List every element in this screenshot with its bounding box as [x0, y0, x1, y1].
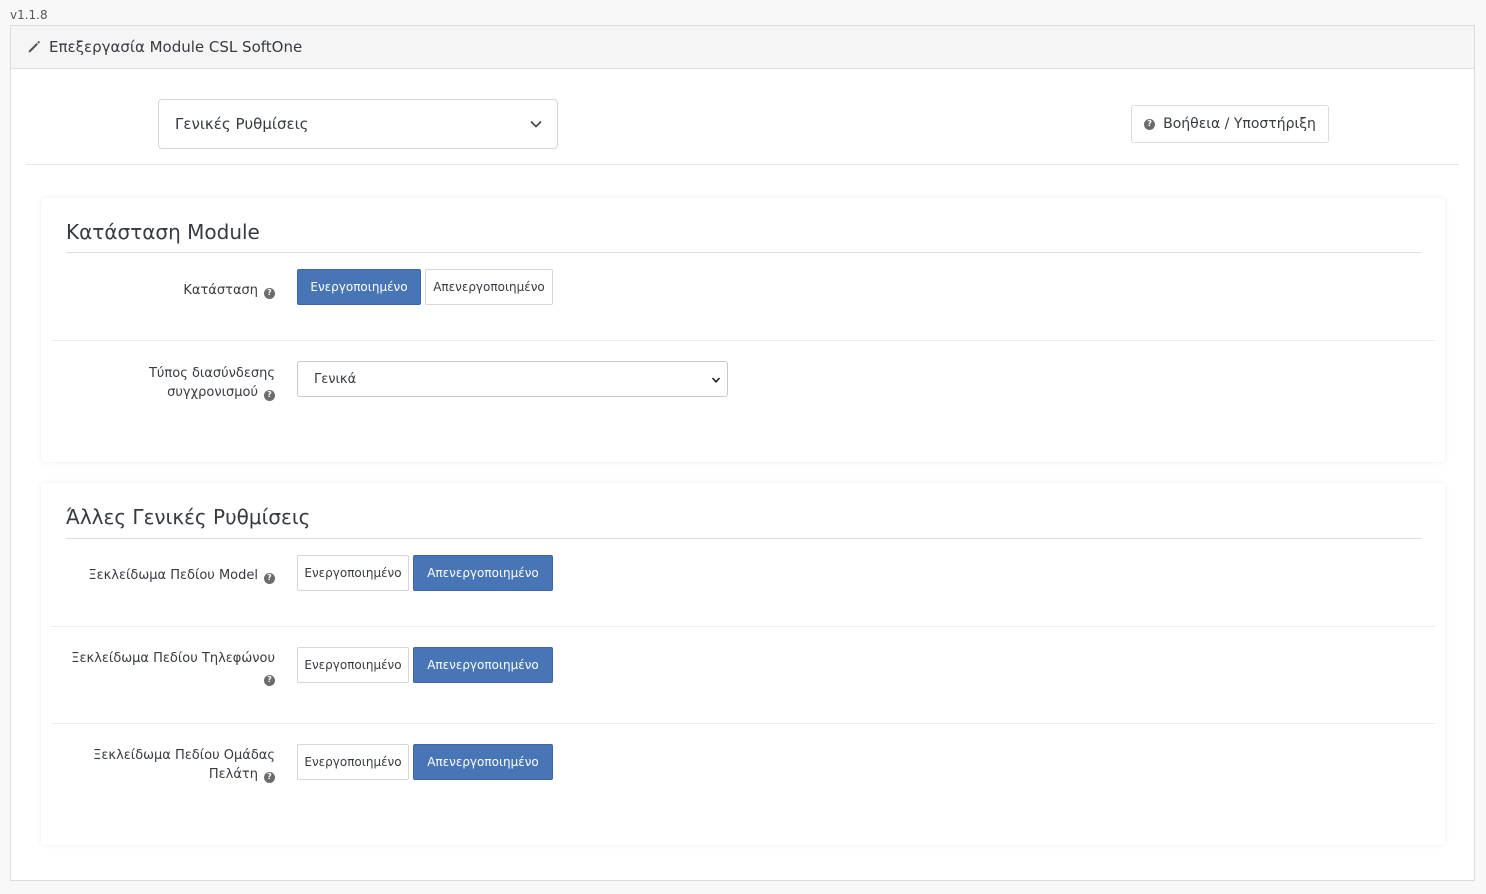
- phone-unlock-label-text: Ξεκλείδωμα Πεδίου Τηλεφώνου: [71, 651, 275, 666]
- chevron-down-icon: [529, 117, 543, 131]
- phone-unlock-label: Ξεκλείδωμα Πεδίου Τηλεφώνου ?: [71, 649, 275, 687]
- customer-group-label-line2: Πελάτη: [208, 767, 258, 782]
- section-select-value: Γενικές Ρυθμίσεις: [175, 115, 309, 133]
- sync-type-select[interactable]: Γενικά: [297, 361, 728, 397]
- question-circle-icon: ?: [1144, 118, 1156, 130]
- question-circle-icon: ?: [264, 771, 275, 783]
- status-disabled-button[interactable]: Απενεργοποιημένο: [425, 269, 553, 305]
- phone-unlock-toggle: Ενεργοποιημένο Απενεργοποιημένο: [297, 647, 553, 683]
- sync-type-label: Τύπος διασύνδεσης συγχρονισμού?: [149, 364, 275, 402]
- other-settings-card: Άλλες Γενικές Ρυθμίσεις Ξεκλείδωμα Πεδίο…: [41, 483, 1445, 845]
- sync-type-label-line2: συγχρονισμού: [167, 385, 258, 400]
- row-divider: [51, 626, 1435, 627]
- model-disabled-button[interactable]: Απενεργοποιημένο: [413, 555, 553, 591]
- pencil-icon: [27, 40, 41, 54]
- customer-group-enabled-button[interactable]: Ενεργοποιημένο: [297, 744, 409, 780]
- card-title: Άλλες Γενικές Ρυθμίσεις: [66, 505, 311, 529]
- status-label-text: Κατάσταση: [183, 283, 258, 298]
- question-circle-icon: ?: [264, 287, 275, 299]
- card-title: Κατάσταση Module: [66, 220, 260, 244]
- customer-group-disabled-button[interactable]: Απενεργοποιημένο: [413, 744, 553, 780]
- question-circle-icon: ?: [264, 674, 275, 686]
- help-support-label: Βοήθεια / Υποστήριξη: [1163, 116, 1316, 132]
- version-label: v1.1.8: [10, 8, 48, 22]
- panel-title: Επεξεργασία Module CSL SoftOne: [49, 38, 303, 56]
- row-divider: [51, 340, 1435, 341]
- chevron-down-icon: [711, 374, 721, 384]
- phone-enabled-button[interactable]: Ενεργοποιημένο: [297, 647, 409, 683]
- customer-group-label-line1: Ξεκλείδωμα Πεδίου Ομάδας: [93, 748, 275, 763]
- help-support-button[interactable]: ? Βοήθεια / Υποστήριξη: [1131, 105, 1329, 143]
- question-circle-icon: ?: [264, 572, 275, 584]
- model-enabled-button[interactable]: Ενεργοποιημένο: [297, 555, 409, 591]
- question-circle-icon: ?: [264, 389, 275, 401]
- row-divider: [51, 723, 1435, 724]
- top-toolbar: Γενικές Ρυθμίσεις ? Βοήθεια / Υποστήριξη: [26, 69, 1459, 165]
- status-toggle: Ενεργοποιημένο Απενεργοποιημένο: [297, 269, 553, 305]
- section-select[interactable]: Γενικές Ρυθμίσεις: [158, 99, 558, 149]
- customer-group-unlock-label: Ξεκλείδωμα Πεδίου Ομάδας Πελάτη?: [93, 746, 275, 784]
- card-title-divider: [66, 538, 1421, 539]
- module-panel: Επεξεργασία Module CSL SoftOne Γενικές Ρ…: [10, 25, 1475, 881]
- sync-type-label-line1: Τύπος διασύνδεσης: [148, 366, 275, 381]
- customer-group-unlock-toggle: Ενεργοποιημένο Απενεργοποιημένο: [297, 744, 553, 780]
- panel-header: Επεξεργασία Module CSL SoftOne: [11, 26, 1474, 69]
- status-enabled-button[interactable]: Ενεργοποιημένο: [297, 269, 421, 305]
- model-unlock-toggle: Ενεργοποιημένο Απενεργοποιημένο: [297, 555, 553, 591]
- model-unlock-label: Ξεκλείδωμα Πεδίου Model?: [88, 566, 275, 585]
- card-title-divider: [66, 252, 1421, 253]
- status-label: Κατάσταση?: [183, 281, 275, 300]
- module-status-card: Κατάσταση Module Κατάσταση? Ενεργοποιημέ…: [41, 198, 1445, 462]
- sync-type-value: Γενικά: [314, 371, 357, 387]
- phone-disabled-button[interactable]: Απενεργοποιημένο: [413, 647, 553, 683]
- model-unlock-label-text: Ξεκλείδωμα Πεδίου Model: [88, 568, 258, 583]
